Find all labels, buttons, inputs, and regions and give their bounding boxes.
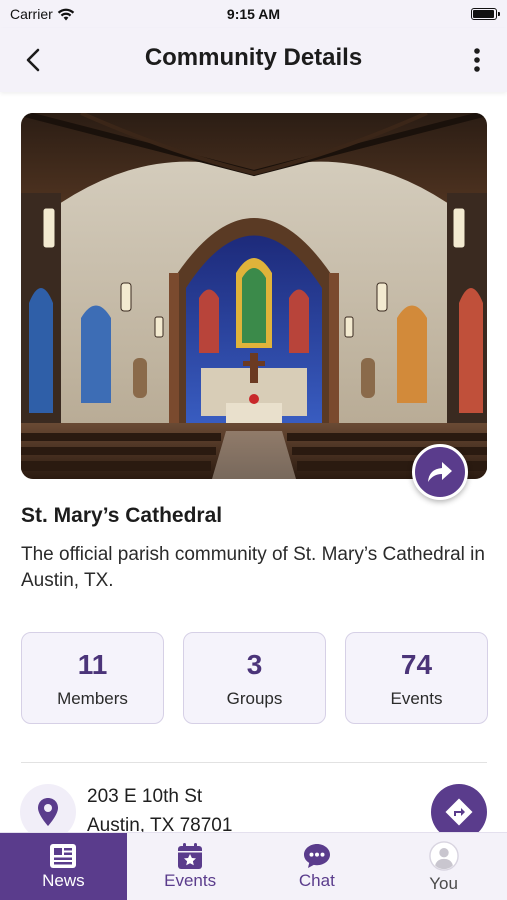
community-cover-image bbox=[21, 113, 487, 479]
tab-events[interactable]: Events bbox=[127, 833, 254, 900]
calendar-star-icon bbox=[175, 841, 205, 871]
tab-chat-label: Chat bbox=[298, 871, 335, 890]
status-bar: Carrier 9:15 AM bbox=[0, 0, 507, 28]
chat-bubble-icon bbox=[302, 841, 332, 871]
more-options-button[interactable] bbox=[459, 42, 495, 78]
location-pin-icon bbox=[38, 798, 58, 826]
tab-news[interactable]: News bbox=[0, 833, 127, 900]
share-arrow-icon bbox=[428, 462, 452, 482]
groups-stat-card[interactable]: 3 Groups bbox=[183, 632, 326, 724]
events-stat-card[interactable]: 74 Events bbox=[345, 632, 488, 724]
newspaper-icon bbox=[48, 841, 78, 871]
groups-count: 3 bbox=[246, 649, 263, 680]
members-label: Members bbox=[57, 689, 128, 708]
groups-label: Groups bbox=[226, 689, 283, 708]
directions-icon bbox=[445, 798, 473, 826]
tab-you-label: You bbox=[429, 874, 458, 893]
nav-header: Community Details bbox=[0, 28, 507, 92]
battery-icon bbox=[471, 8, 500, 20]
cathedral-interior-image bbox=[21, 113, 487, 479]
status-time: 9:15 AM bbox=[226, 6, 281, 22]
more-vertical-icon bbox=[474, 48, 480, 72]
community-name: St. Mary’s Cathedral bbox=[21, 504, 223, 527]
address-street: 203 E 10th St bbox=[87, 786, 203, 807]
section-divider bbox=[21, 762, 487, 763]
events-count: 74 bbox=[400, 649, 433, 680]
community-description: The official parish community of St. Mar… bbox=[21, 544, 485, 591]
members-stat-card[interactable]: 11 Members bbox=[21, 632, 164, 724]
user-avatar-icon bbox=[428, 841, 459, 871]
tab-chat[interactable]: Chat bbox=[254, 833, 381, 900]
members-count: 11 bbox=[77, 649, 108, 680]
tab-you[interactable]: You bbox=[380, 833, 507, 900]
page-title: Community Details bbox=[144, 44, 363, 71]
events-label: Events bbox=[390, 689, 443, 708]
tab-news-label: News bbox=[42, 871, 85, 890]
tab-events-label: Events bbox=[164, 871, 217, 890]
share-button[interactable] bbox=[412, 444, 468, 500]
bottom-tab-bar: News Events Chat You bbox=[0, 832, 507, 900]
